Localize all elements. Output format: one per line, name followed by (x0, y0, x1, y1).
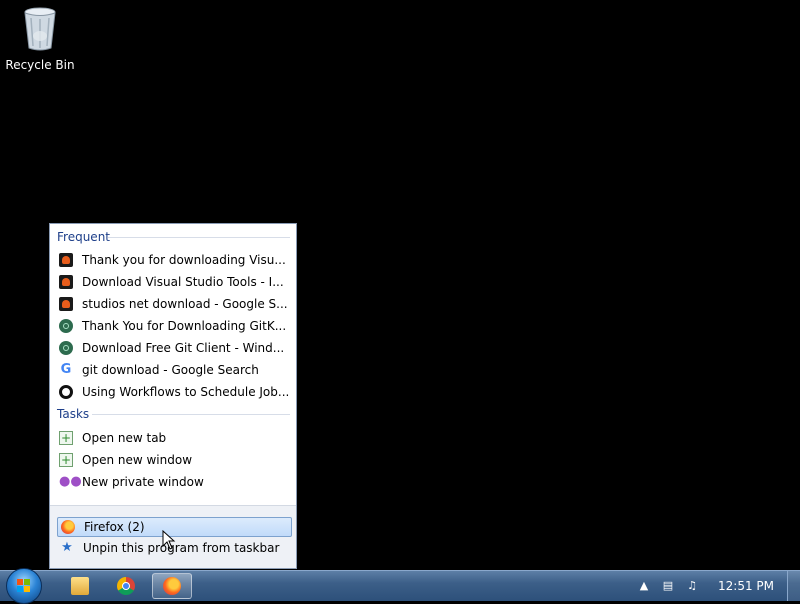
frequent-item-5[interactable]: Download Free Git Client - Wind... (56, 337, 292, 359)
task-open-new-window[interactable]: + Open new window (56, 449, 292, 471)
frequent-item-6[interactable]: G git download - Google Search (56, 359, 292, 381)
taskbar: ▲ ▤ ♫ 12:51 PM (0, 568, 800, 604)
visual-studio-icon (59, 275, 73, 289)
folder-icon (71, 577, 89, 595)
windows-logo-icon (17, 579, 31, 593)
task-new-private-window[interactable]: ●● New private window (56, 471, 292, 493)
unpin-label: Unpin this program from taskbar (83, 541, 280, 555)
task-label: Open new window (82, 453, 193, 467)
recycle-bin-icon (22, 6, 58, 52)
tasks-header: Tasks (57, 407, 90, 421)
network-icon[interactable]: ▤ (661, 579, 675, 593)
frequent-item-label: git download - Google Search (82, 363, 259, 377)
volume-icon[interactable]: ♫ (685, 579, 699, 593)
firefox-jump-list: Frequent Thank you for downloading Visu.… (49, 223, 297, 569)
firefox-icon (163, 577, 181, 595)
frequent-item-label: Thank You for Downloading GitK... (82, 319, 287, 333)
google-icon: G (60, 362, 72, 377)
show-desktop-button[interactable] (787, 571, 800, 601)
pinned-program-label: Firefox (2) (84, 520, 145, 534)
tasks-divider (92, 414, 290, 415)
taskbar-windows-explorer[interactable] (60, 573, 100, 599)
frequent-item-label: Download Visual Studio Tools - I... (82, 275, 284, 289)
frequent-divider (108, 237, 290, 238)
recycle-bin-label: Recycle Bin (5, 58, 75, 72)
taskbar-google-chrome[interactable] (106, 573, 146, 599)
visual-studio-icon (59, 297, 73, 311)
taskbar-firefox[interactable] (152, 573, 192, 599)
frequent-item-label: studios net download - Google S... (82, 297, 288, 311)
recycle-bin-desktop-icon[interactable]: Recycle Bin (4, 6, 76, 72)
frequent-item-3[interactable]: studios net download - Google S... (56, 293, 292, 315)
frequent-item-label: Thank you for downloading Visu... (82, 253, 286, 267)
gitkraken-icon (59, 341, 73, 355)
gitkraken-icon (59, 319, 73, 333)
frequent-item-2[interactable]: Download Visual Studio Tools - I... (56, 271, 292, 293)
task-open-new-tab[interactable]: + Open new tab (56, 427, 292, 449)
frequent-item-7[interactable]: Using Workflows to Schedule Job... (56, 381, 292, 403)
mouse-cursor-icon (162, 530, 176, 550)
unpin-icon: ★ (61, 540, 73, 555)
taskbar-clock[interactable]: 12:51 PM (718, 579, 774, 593)
private-mask-icon: ●● (59, 474, 82, 489)
task-label: Open new tab (82, 431, 167, 445)
chrome-icon (117, 577, 135, 595)
frequent-item-label: Using Workflows to Schedule Job... (82, 385, 290, 399)
new-tab-icon: + (59, 431, 73, 445)
new-window-icon: + (59, 453, 73, 467)
frequent-item-4[interactable]: Thank You for Downloading GitK... (56, 315, 292, 337)
visual-studio-icon (59, 253, 73, 267)
start-button[interactable] (6, 568, 42, 604)
task-label: New private window (82, 475, 204, 489)
frequent-header: Frequent (57, 230, 110, 244)
frequent-item-label: Download Free Git Client - Wind... (82, 341, 285, 355)
show-hidden-icons-arrow-icon[interactable]: ▲ (637, 579, 651, 593)
notification-area: ▲ ▤ ♫ 12:51 PM (632, 571, 800, 601)
firefox-icon (61, 520, 75, 534)
frequent-item-1[interactable]: Thank you for downloading Visu... (56, 249, 292, 271)
workflow-icon (59, 385, 73, 399)
